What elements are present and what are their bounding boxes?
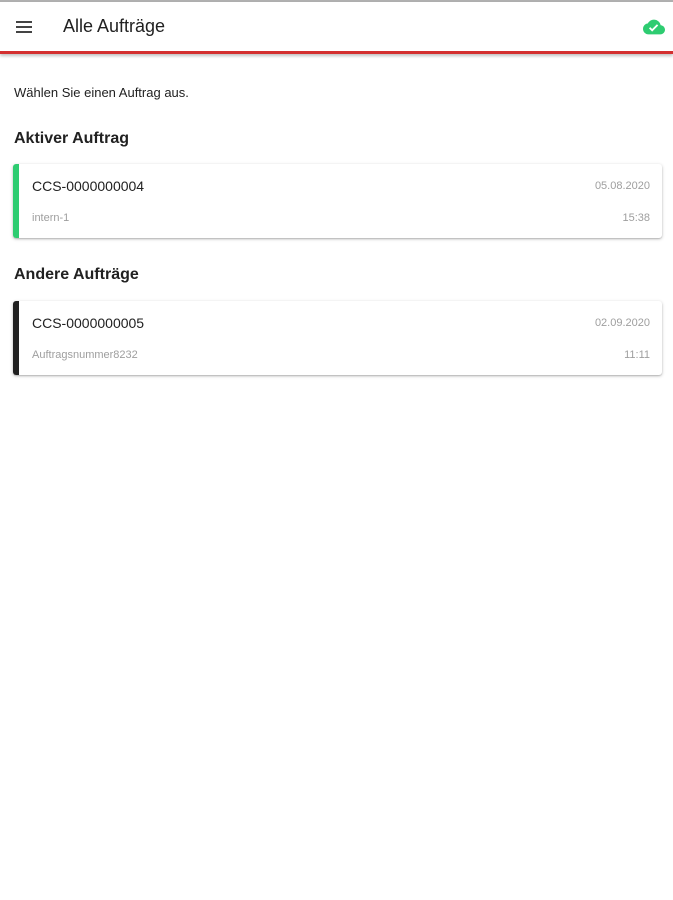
order-status-accent: [13, 301, 19, 375]
order-card-other[interactable]: CCS-0000000005 02.09.2020 Auftragsnummer…: [13, 301, 662, 375]
other-orders-heading: Andere Aufträge: [14, 266, 139, 283]
order-card-active[interactable]: CCS-0000000004 05.08.2020 intern-1 15:38: [13, 164, 662, 238]
menu-icon[interactable]: [12, 15, 36, 39]
order-status-accent: [13, 164, 19, 238]
order-time: 11:11: [624, 349, 650, 361]
order-reference: intern-1: [32, 212, 70, 224]
cloud-done-icon[interactable]: [643, 16, 665, 38]
order-date: 02.09.2020: [594, 317, 650, 329]
order-reference: Auftragsnummer8232: [32, 349, 138, 361]
order-number: CCS-0000000004: [32, 178, 145, 194]
order-date: 05.08.2020: [594, 180, 650, 192]
app-bar: Alle Aufträge: [0, 2, 673, 54]
page-title: Alle Aufträge: [63, 16, 166, 36]
order-number: CCS-0000000005: [32, 315, 145, 331]
order-time: 15:38: [622, 212, 650, 224]
active-order-heading: Aktiver Auftrag: [14, 130, 129, 147]
instruction-text: Wählen Sie einen Auftrag aus.: [14, 85, 189, 100]
